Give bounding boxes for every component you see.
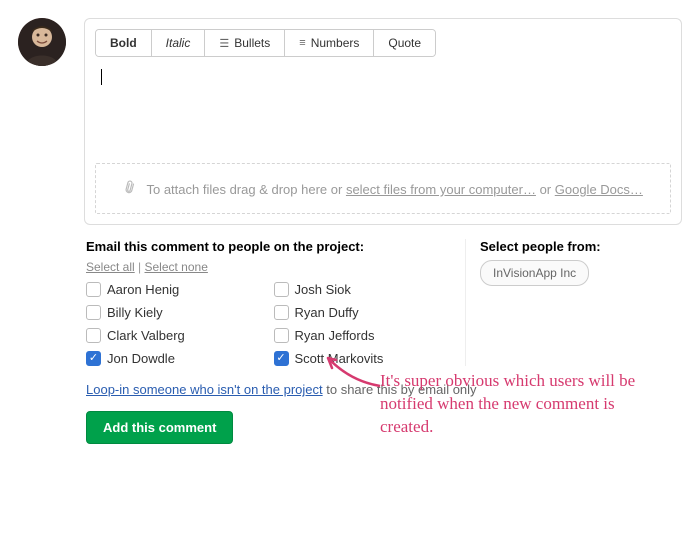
attach-text-middle: or	[536, 182, 555, 197]
bullets-label: Bullets	[234, 36, 270, 50]
italic-button[interactable]: Italic	[152, 30, 206, 56]
checkbox[interactable]	[86, 351, 101, 366]
bold-button[interactable]: Bold	[96, 30, 152, 56]
checkbox[interactable]	[274, 305, 289, 320]
attach-text-prefix: To attach files drag & drop here or	[146, 182, 345, 197]
comment-textarea[interactable]	[95, 57, 671, 157]
google-docs-link[interactable]: Google Docs…	[555, 182, 643, 197]
person-name: Ryan Jeffords	[295, 328, 375, 343]
person-checkbox-row[interactable]: Ryan Duffy	[274, 305, 452, 320]
numbers-button[interactable]: ≡ Numbers	[285, 30, 374, 56]
loop-in-row: Loop-in someone who isn't on the project…	[86, 382, 680, 397]
paperclip-icon	[120, 178, 141, 200]
bullets-button[interactable]: ☰ Bullets	[205, 30, 285, 56]
numbers-label: Numbers	[311, 36, 360, 50]
select-files-link[interactable]: select files from your computer…	[346, 182, 536, 197]
people-list: Aaron Henig Josh Siok Billy Kiely Ryan Duff…	[86, 282, 451, 366]
loop-in-link[interactable]: Loop-in someone who isn't on the project	[86, 382, 323, 397]
comment-editor-card: Bold Italic ☰ Bullets ≡ Numbers Quote	[84, 18, 682, 225]
checkbox[interactable]	[274, 328, 289, 343]
checkbox[interactable]	[86, 328, 101, 343]
person-name: Jon Dowdle	[107, 351, 175, 366]
select-separator: |	[135, 260, 145, 274]
add-comment-button[interactable]: Add this comment	[86, 411, 233, 444]
person-name: Josh Siok	[295, 282, 351, 297]
org-selector[interactable]: InVisionApp Inc	[480, 260, 589, 286]
person-checkbox-row[interactable]: Josh Siok	[274, 282, 452, 297]
loop-in-suffix: to share this by email only	[323, 382, 477, 397]
column-divider	[465, 239, 466, 366]
person-checkbox-row[interactable]: Clark Valberg	[86, 328, 264, 343]
person-checkbox-row[interactable]: Scott Markovits	[274, 351, 452, 366]
checkbox[interactable]	[86, 282, 101, 297]
person-name: Aaron Henig	[107, 282, 179, 297]
checkbox[interactable]	[86, 305, 101, 320]
person-checkbox-row[interactable]: Jon Dowdle	[86, 351, 264, 366]
select-none-link[interactable]: Select none	[145, 260, 208, 274]
email-heading: Email this comment to people on the proj…	[86, 239, 451, 254]
person-checkbox-row[interactable]: Ryan Jeffords	[274, 328, 452, 343]
numbered-list-icon: ≡	[299, 37, 305, 49]
person-name: Scott Markovits	[295, 351, 384, 366]
text-caret	[101, 69, 102, 85]
formatting-toolbar: Bold Italic ☰ Bullets ≡ Numbers Quote	[95, 29, 436, 57]
bullet-list-icon: ☰	[219, 37, 229, 50]
avatar	[18, 18, 66, 66]
quote-button[interactable]: Quote	[374, 30, 435, 56]
person-checkbox-row[interactable]: Billy Kiely	[86, 305, 264, 320]
attachment-dropzone[interactable]: To attach files drag & drop here or sele…	[95, 163, 671, 214]
checkbox[interactable]	[274, 282, 289, 297]
person-name: Clark Valberg	[107, 328, 185, 343]
select-all-link[interactable]: Select all	[86, 260, 135, 274]
select-from-heading: Select people from:	[480, 239, 680, 254]
person-checkbox-row[interactable]: Aaron Henig	[86, 282, 264, 297]
checkbox[interactable]	[274, 351, 289, 366]
person-name: Billy Kiely	[107, 305, 163, 320]
person-name: Ryan Duffy	[295, 305, 359, 320]
